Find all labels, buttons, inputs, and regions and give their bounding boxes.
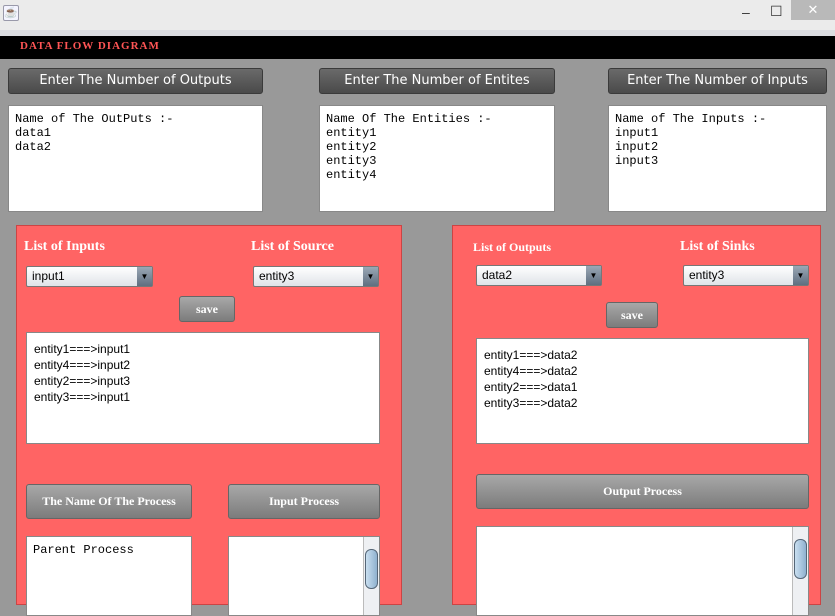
- app-title: DATA FLOW DIAGRAM: [20, 40, 160, 52]
- list-item: entity4===>input2: [34, 358, 131, 372]
- close-button[interactable]: ✕: [791, 0, 835, 20]
- list-item: entity4===>data2: [484, 364, 578, 378]
- process-name-button[interactable]: The Name Of The Process: [26, 484, 192, 519]
- list-of-inputs-label: List of Inputs: [24, 239, 105, 254]
- save-outputs-button[interactable]: save: [606, 302, 658, 328]
- enter-entities-button[interactable]: Enter The Number of Entites: [319, 68, 555, 94]
- inputs-textarea[interactable]: Name of The Inputs :- input1 input2 inpu…: [608, 105, 827, 212]
- list-item: entity1===>data2: [484, 348, 578, 362]
- app-header: DATA FLOW DIAGRAM: [0, 36, 835, 59]
- list-of-sinks-label: List of Sinks: [680, 239, 755, 254]
- input-mappings-list[interactable]: entity1===>input1 entity4===>input2 enti…: [26, 332, 380, 444]
- title-bar: ☕ – ☐ ✕: [0, 0, 835, 30]
- java-icon: ☕: [3, 5, 19, 21]
- outputs-combo[interactable]: data2 ▼: [476, 265, 602, 286]
- outputs-combo-value: data2: [482, 268, 513, 282]
- list-item: entity1===>input1: [34, 342, 131, 356]
- chevron-down-icon: ▼: [363, 267, 378, 286]
- list-of-outputs-label: List of Outputs: [473, 240, 552, 254]
- input-process-button[interactable]: Input Process: [228, 484, 380, 519]
- list-item: entity3===>data2: [484, 396, 578, 410]
- scroll-thumb[interactable]: [365, 549, 378, 589]
- list-item: entity3===>input1: [34, 390, 131, 404]
- save-inputs-button[interactable]: save: [179, 296, 235, 322]
- list-item: entity2===>data1: [484, 380, 578, 394]
- list-of-source-label: List of Source: [251, 239, 334, 254]
- sinks-combo[interactable]: entity3 ▼: [683, 265, 809, 286]
- inputs-panel: List of Inputs List of Source input1 ▼ en…: [16, 225, 402, 616]
- entities-textarea[interactable]: Name Of The Entities :- entity1 entity2 …: [319, 105, 555, 212]
- enter-inputs-button[interactable]: Enter The Number of Inputs: [608, 68, 827, 94]
- chevron-down-icon: ▼: [137, 267, 152, 286]
- output-process-button[interactable]: Output Process: [476, 474, 809, 509]
- inputs-combo-value: input1: [32, 269, 65, 283]
- outputs-panel: List of Outputs List of Sinks data2 ▼ ent…: [452, 225, 821, 616]
- minimize-button[interactable]: –: [742, 4, 750, 20]
- source-combo[interactable]: entity3 ▼: [253, 266, 379, 287]
- output-mappings-list[interactable]: entity1===>data2 entity4===>data2 entity…: [476, 338, 809, 444]
- enter-outputs-button[interactable]: Enter The Number of Outputs: [8, 68, 263, 94]
- inputs-combo[interactable]: input1 ▼: [26, 266, 153, 287]
- output-process-textarea[interactable]: [476, 526, 809, 616]
- sinks-combo-value: entity3: [689, 268, 725, 282]
- scrollbar[interactable]: [363, 537, 379, 615]
- process-name-textarea[interactable]: Parent Process: [26, 536, 192, 616]
- source-combo-value: entity3: [259, 269, 295, 283]
- maximize-button[interactable]: ☐: [770, 3, 783, 20]
- chevron-down-icon: ▼: [793, 266, 808, 285]
- list-item: entity2===>input3: [34, 374, 131, 388]
- scroll-thumb[interactable]: [794, 539, 807, 579]
- scrollbar[interactable]: [792, 527, 808, 615]
- outputs-textarea[interactable]: Name of The OutPuts :- data1 data2: [8, 105, 263, 212]
- input-process-textarea[interactable]: [228, 536, 380, 616]
- chevron-down-icon: ▼: [586, 266, 601, 285]
